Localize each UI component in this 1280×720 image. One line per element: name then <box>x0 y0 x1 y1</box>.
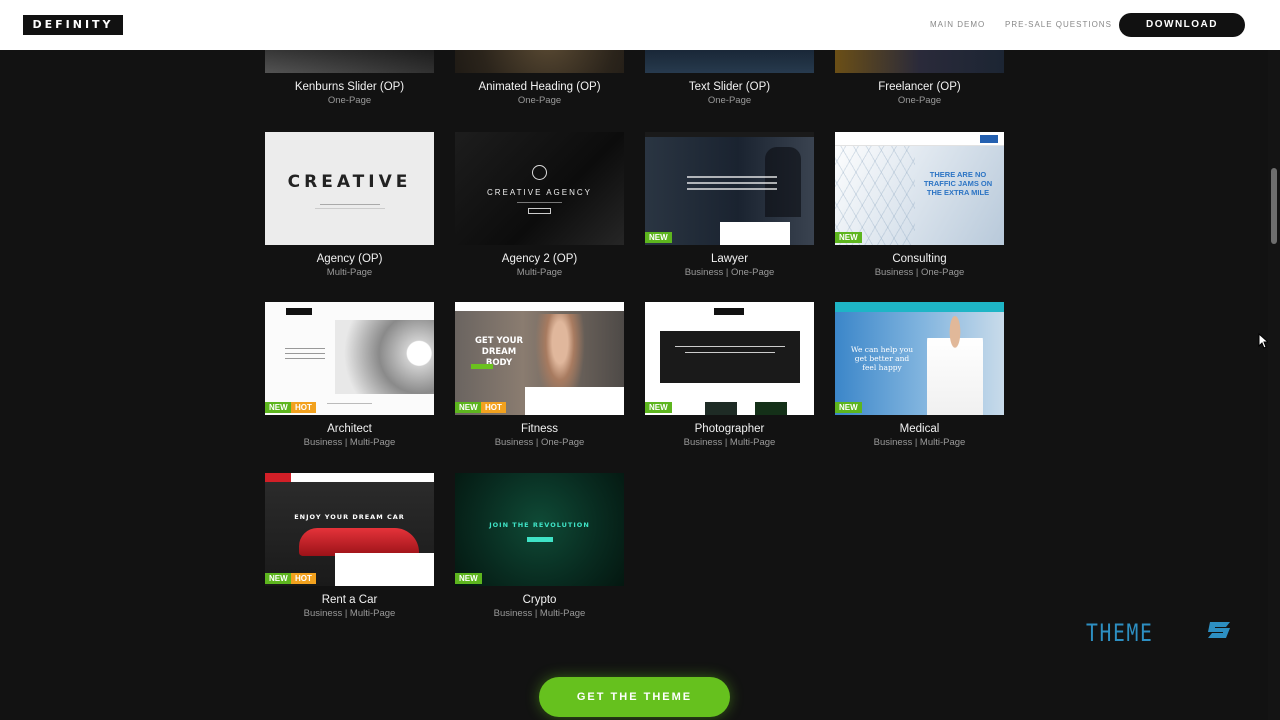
demo-title[interactable]: Architect <box>265 423 434 435</box>
demo-title[interactable]: Kenburns Slider (OP) <box>265 81 434 93</box>
demo-thumbnail[interactable]: CREATIVE <box>265 132 434 245</box>
demo-category: One-Page <box>327 95 372 106</box>
scrollbar-thumb[interactable] <box>1271 168 1277 244</box>
demo-thumbnail[interactable]: THERE ARE NO TRAFFIC JAMS ON THE EXTRA M… <box>835 132 1004 245</box>
nav-main-demo[interactable]: MAIN DEMO <box>930 20 985 29</box>
demo-title[interactable]: Agency 2 (OP) <box>455 253 624 265</box>
demo-title[interactable]: Animated Heading (OP) <box>455 81 624 93</box>
demo-card-architect[interactable]: NEW HOT Architect Business | Multi-Page <box>265 302 434 448</box>
mouse-cursor-icon <box>1258 333 1268 349</box>
badge-new: NEW <box>645 402 672 413</box>
demo-title[interactable]: Text Slider (OP) <box>645 81 814 93</box>
demo-title[interactable]: Crypto <box>455 594 624 606</box>
demo-category: Business | Multi-Page <box>303 608 396 619</box>
demo-title[interactable]: Medical <box>835 423 1004 435</box>
demo-thumbnail[interactable]: CREATIVE AGENCY <box>455 132 624 245</box>
demo-card-photographer[interactable]: NEW Photographer Business | Multi-Page <box>645 302 814 448</box>
badge-new: NEW <box>265 573 292 584</box>
demo-card-medical[interactable]: We can help you get better and feel happ… <box>835 302 1004 448</box>
badge-new: NEW <box>835 402 862 413</box>
demo-card-consulting[interactable]: THERE ARE NO TRAFFIC JAMS ON THE EXTRA M… <box>835 132 1004 278</box>
watermark-logo-icon <box>1208 622 1230 638</box>
demo-category: Multi-Page <box>326 267 373 278</box>
demo-title[interactable]: Agency (OP) <box>265 253 434 265</box>
badge-new: NEW <box>645 232 672 243</box>
thumb-headline: JOIN THE REVOLUTION <box>489 521 590 529</box>
badge-new: NEW <box>455 573 482 584</box>
demo-thumbnail[interactable]: We can help you get better and feel happ… <box>835 302 1004 415</box>
top-navbar: DEFINITY MAIN DEMO PRE-SALE QUESTIONS DO… <box>0 0 1280 50</box>
demo-title[interactable]: Freelancer (OP) <box>835 81 1004 93</box>
demo-thumbnail[interactable]: NEW HOT <box>265 302 434 415</box>
watermark-text: THEME <box>1086 619 1154 647</box>
demo-category: One-Page <box>517 95 562 106</box>
demo-category: Multi-Page <box>516 267 563 278</box>
demo-thumbnail[interactable]: ENJOY YOUR DREAM CAR NEW HOT <box>265 473 434 586</box>
demo-title[interactable]: Photographer <box>645 423 814 435</box>
demo-category: Business | Multi-Page <box>873 437 966 448</box>
demo-category: Business | Multi-Page <box>493 608 586 619</box>
demo-category: One-Page <box>707 95 752 106</box>
demo-category: Business | One-Page <box>684 267 775 278</box>
demo-category: Business | Multi-Page <box>303 437 396 448</box>
demo-title[interactable]: Fitness <box>455 423 624 435</box>
demo-title[interactable]: Rent a Car <box>265 594 434 606</box>
demo-thumbnail[interactable]: NEW <box>645 302 814 415</box>
logo[interactable]: DEFINITY <box>23 15 123 35</box>
scrollbar[interactable] <box>1268 0 1280 720</box>
thumb-headline: CREATIVE <box>287 172 412 192</box>
demo-title[interactable]: Lawyer <box>645 253 814 265</box>
badge-hot: HOT <box>481 402 506 413</box>
badge-hot: HOT <box>291 402 316 413</box>
badge-new: NEW <box>835 232 862 243</box>
download-button[interactable]: DOWNLOAD <box>1119 13 1245 37</box>
thumb-headline: We can help you get better and feel happ… <box>850 345 914 372</box>
thumb-headline: THERE ARE NO TRAFFIC JAMS ON THE EXTRA M… <box>923 170 993 197</box>
thumb-headline: CREATIVE AGENCY <box>487 188 592 197</box>
demo-card-crypto[interactable]: JOIN THE REVOLUTION NEW Crypto Business … <box>455 473 624 619</box>
demo-thumbnail[interactable]: JOIN THE REVOLUTION NEW <box>455 473 624 586</box>
demo-card-rent-a-car[interactable]: ENJOY YOUR DREAM CAR NEW HOT Rent a Car … <box>265 473 434 619</box>
demo-card-fitness[interactable]: GET YOUR DREAM BODY NEW HOT Fitness Busi… <box>455 302 624 448</box>
demo-card-agency[interactable]: CREATIVE Agency (OP) Multi-Page <box>265 132 434 278</box>
badge-new: NEW <box>455 402 482 413</box>
demo-category: Business | One-Page <box>874 267 965 278</box>
badge-hot: HOT <box>291 573 316 584</box>
demo-title[interactable]: Consulting <box>835 253 1004 265</box>
nav-pre-sale-questions[interactable]: PRE-SALE QUESTIONS <box>1005 20 1112 29</box>
demo-thumbnail[interactable]: NEW <box>645 132 814 245</box>
demo-category: Business | One-Page <box>494 437 585 448</box>
demo-category: One-Page <box>897 95 942 106</box>
demo-card-agency-2[interactable]: CREATIVE AGENCY Agency 2 (OP) Multi-Page <box>455 132 624 278</box>
get-the-theme-button[interactable]: GET THE THEME <box>539 677 730 717</box>
thumb-headline: ENJOY YOUR DREAM CAR <box>294 513 405 521</box>
demo-card-lawyer[interactable]: NEW Lawyer Business | One-Page <box>645 132 814 278</box>
demo-category: Business | Multi-Page <box>683 437 776 448</box>
badge-new: NEW <box>265 402 292 413</box>
demo-thumbnail[interactable]: GET YOUR DREAM BODY NEW HOT <box>455 302 624 415</box>
